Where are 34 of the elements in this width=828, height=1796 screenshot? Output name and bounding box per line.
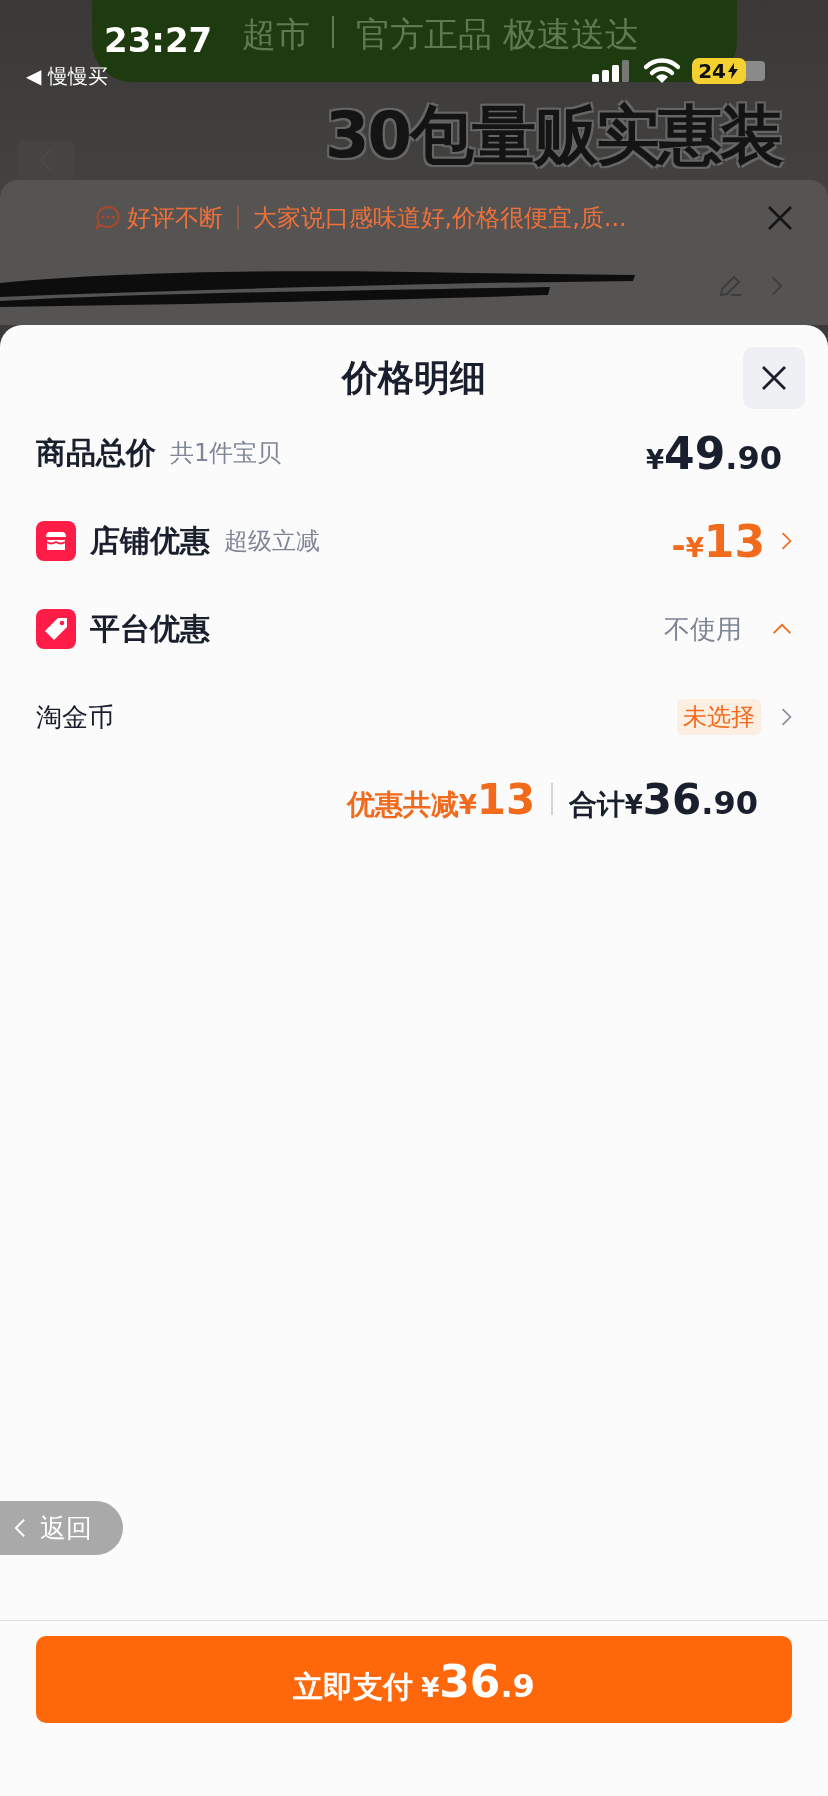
wifi-icon — [644, 58, 681, 84]
notice-tag: 好评不断 — [127, 202, 223, 234]
chevron-right-icon[interactable] — [781, 531, 792, 551]
banner-slogan: 官方正品 极速送达 — [356, 16, 639, 52]
chevron-right-icon[interactable] — [771, 275, 783, 297]
chevron-up-icon[interactable] — [772, 623, 792, 635]
status-badge[interactable]: 未选择 — [677, 699, 761, 735]
row-value: 不使用 — [664, 612, 742, 646]
row-subtitle: 超级立减 — [224, 526, 320, 557]
sheet-title: 价格明细 — [342, 355, 486, 400]
row-label: 店铺优惠 — [90, 521, 210, 560]
close-icon — [760, 364, 788, 392]
chevron-left-icon — [14, 1518, 26, 1538]
discount-total: 优惠共减¥13 — [346, 774, 536, 824]
close-button[interactable] — [743, 347, 805, 409]
total-amount: 合计¥36.90 — [568, 774, 758, 824]
pencil-icon[interactable] — [717, 273, 743, 299]
price-amount: ¥49.90 — [646, 427, 782, 479]
row-label: 平台优惠 — [90, 609, 210, 648]
close-icon[interactable] — [767, 205, 793, 231]
status-time: 23:27 — [104, 20, 213, 60]
notice-text: 大家说口感味道好,价格很便宜,质... — [252, 203, 627, 234]
row-subtitle: 共1件宝贝 — [170, 438, 282, 469]
banner-brand: 超市 — [242, 16, 310, 52]
tag-icon — [36, 609, 76, 649]
row-label: 淘金币 — [36, 700, 114, 734]
row-label: 商品总价 — [36, 433, 156, 472]
chevron-right-icon[interactable] — [781, 707, 792, 727]
store-icon — [36, 521, 76, 561]
back-button[interactable]: 返回 — [0, 1501, 123, 1555]
back-to-app-link[interactable]: ◀ 慢慢买 — [26, 62, 213, 90]
chat-bubble-icon — [95, 205, 121, 231]
pay-now-button[interactable]: 立即支付 ¥36.9 — [36, 1636, 792, 1723]
discount-amount: -¥13 — [671, 515, 765, 567]
